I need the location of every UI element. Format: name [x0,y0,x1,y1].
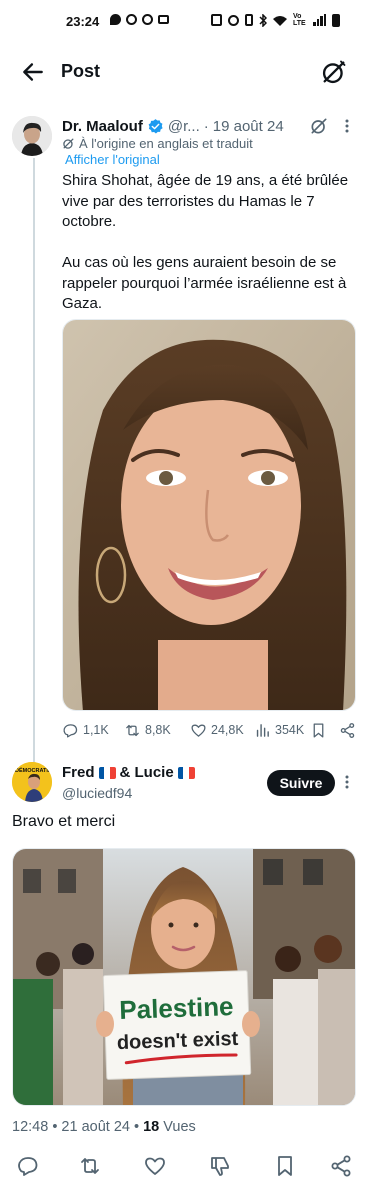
signal-icon [313,14,326,26]
tweet-photo[interactable] [62,319,356,711]
vibrate-icon [245,14,253,26]
reply-name-part2: & Lucie [119,764,174,781]
chat-bubble-icon [110,14,121,25]
status-time: 23:24 [66,14,100,29]
post-date[interactable]: 19 août 24 [213,118,284,135]
sign-text-line1: Palestine [119,991,234,1025]
bottom-action-bar [0,1154,368,1180]
thumbs-down-icon [211,1157,229,1176]
bluetooth-icon [259,13,267,27]
reply-count: 1,1K [83,723,109,737]
volte-label: Vo LTE [293,13,306,27]
share-button[interactable] [339,719,356,741]
repost-button[interactable] [78,1154,104,1180]
share-button[interactable] [329,1154,355,1180]
avatar[interactable] [12,116,52,156]
status-bar: 23:24 Vo LTE [0,0,368,44]
post-meta: 12:48 • 21 août 24 • 18 Vues [12,1119,196,1135]
translation-note-text: À l'origine en anglais et traduit [79,136,253,151]
wifi-icon [273,15,287,26]
tweet-text: Shira Shohat, âgée de 19 ans, a été brûl… [62,172,349,312]
heart-icon [145,1157,165,1175]
reply-button[interactable]: 1,1K [62,719,109,741]
reply-icon [63,723,78,738]
share-icon [340,722,355,738]
dislike-button[interactable] [208,1154,234,1180]
post-timestamp: 12:48 • 21 août 24 • [12,1119,140,1135]
repost-button[interactable]: 8,8K [124,719,171,741]
messenger-icon [126,14,137,25]
separator-dot: · [203,117,209,135]
system-icons: Vo LTE [211,13,340,27]
alarm-icon [228,14,239,26]
reply-author-handle[interactable]: @luciedf94 [62,785,132,801]
bookmark-button[interactable] [273,1154,299,1180]
views-total: 18 [143,1119,160,1135]
french-flag-icon [98,766,116,779]
page-title: Post [61,61,101,81]
show-original-link[interactable]: Afficher l'original [65,152,160,167]
more-options-icon[interactable] [340,773,354,791]
grok-icon[interactable] [320,58,348,86]
views-bar-icon [256,723,269,737]
views-button[interactable]: 354K [254,719,304,741]
reply-button[interactable] [16,1154,42,1180]
notification-icons [110,14,169,25]
follow-button[interactable]: Suivre [267,770,335,796]
repost-icon [126,724,139,736]
reply-icon [18,1157,38,1176]
grok-icon[interactable] [309,116,329,136]
sign-text-line2: doesn't exist [116,1028,238,1054]
verified-badge-icon [148,118,163,133]
reply-author-name[interactable]: Fred & Lucie [62,764,195,781]
grok-translate-icon [63,138,74,149]
reply-name-part1: Fred [62,764,95,781]
like-button[interactable]: 24,8K [190,719,244,741]
like-button[interactable] [143,1154,169,1180]
heart-icon [191,724,206,737]
tweet-action-bar: 1,1K 8,8K 24,8K 354K [62,719,358,741]
author-row: Dr. Maalouf @r... · 19 août 24 [62,116,284,136]
share-icon [331,1155,351,1177]
camera-icon [158,15,169,24]
author-name[interactable]: Dr. Maalouf [62,118,143,135]
bookmark-button[interactable] [310,719,327,741]
like-count: 24,8K [211,723,244,737]
thread-connector [33,158,35,762]
more-options-icon[interactable] [340,117,354,135]
reply-photo[interactable]: Palestine doesn't exist [12,848,356,1106]
whatsapp-icon [142,14,153,25]
repost-icon [81,1158,99,1174]
translation-note: À l'origine en anglais et traduit [62,136,253,151]
back-arrow-icon[interactable] [20,59,46,85]
french-flag-icon [177,766,195,779]
repost-count: 8,8K [145,723,171,737]
app-header: Post [0,44,368,100]
views-label: Vues [163,1119,196,1135]
bookmark-icon [313,722,324,738]
nfc-icon [211,14,222,26]
views-count: 354K [275,723,305,737]
avatar-badge-text: DÉMOCRATIE [15,766,52,774]
avatar[interactable]: DÉMOCRATIE [12,762,52,802]
bookmark-icon [278,1156,292,1176]
battery-icon [332,13,340,27]
reply-text: Bravo et merci [12,813,116,830]
author-handle[interactable]: @r... [168,118,200,135]
